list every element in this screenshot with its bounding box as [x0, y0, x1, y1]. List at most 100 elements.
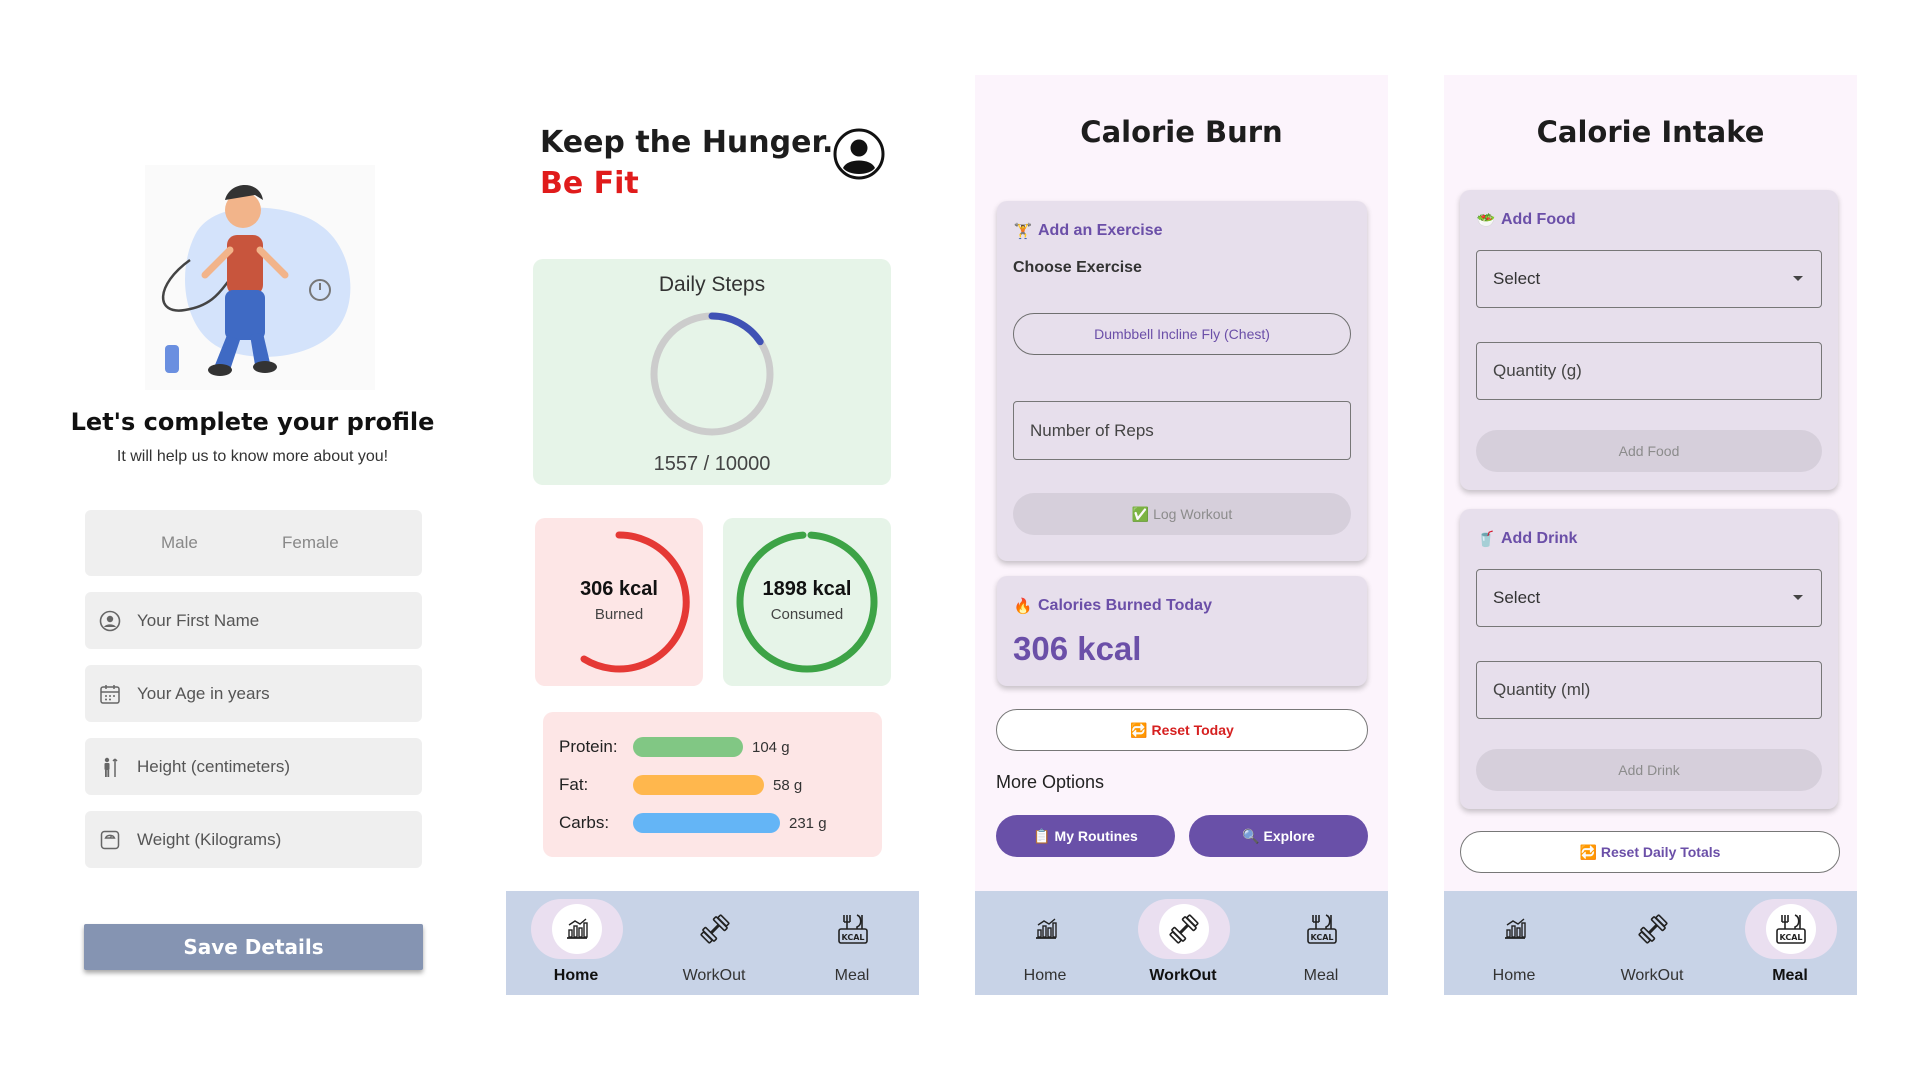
svg-text:KCAL: KCAL [1311, 933, 1334, 942]
svg-text:KCAL: KCAL [842, 933, 865, 942]
calorie-intake-title: Calorie Intake [1536, 115, 1765, 149]
dropdown-caret-icon [1793, 595, 1803, 600]
weight-placeholder: Weight (Kilograms) [137, 829, 282, 849]
nav-workout-label: WorkOut [1620, 967, 1684, 984]
home-screen: Keep the Hunger. Be Fit Daily Steps 1557… [506, 75, 919, 995]
nav-meal-label: Meal [1303, 967, 1339, 984]
dumbbell-icon [1638, 914, 1668, 944]
macro-row-fat: Fat: 58 g [559, 773, 802, 797]
drink-select[interactable]: Select [1476, 569, 1822, 627]
nav-home-label: Home [1492, 967, 1536, 984]
age-field[interactable]: Your Age in years [85, 665, 422, 722]
nav-meal[interactable]: KCAL Meal [1252, 891, 1390, 995]
reset-today-button[interactable]: 🔁 Reset Today [996, 709, 1368, 751]
nav-home[interactable]: Home [507, 891, 645, 995]
burned-label: Burned [594, 606, 644, 623]
kcal-icon: KCAL [1776, 914, 1806, 944]
gender-female-option[interactable]: Female [282, 533, 339, 553]
chart-icon [567, 918, 588, 939]
macro-row-carbs: Carbs: 231 g [559, 811, 827, 835]
bottom-nav: Home WorkOut KCAL Meal [975, 891, 1388, 995]
dumbbell-icon [1169, 914, 1199, 944]
scale-icon [99, 829, 121, 851]
bottom-nav: Home WorkOut KCAL Meal [1444, 891, 1857, 995]
explore-button[interactable]: 🔍 Explore [1189, 815, 1368, 857]
calorie-burn-screen: Calorie Burn 🏋 Add an Exercise Choose Ex… [975, 75, 1388, 995]
daily-steps-card: Daily Steps 1557 / 10000 [533, 259, 891, 485]
add-drink-title: Add Drink [1501, 530, 1578, 547]
home-headline: Keep the Hunger. [540, 125, 834, 160]
add-exercise-card: 🏋 Add an Exercise Choose Exercise Dumbbe… [997, 201, 1367, 561]
add-exercise-header: 🏋 Add an Exercise [1013, 221, 1163, 241]
food-select-value: Select [1493, 269, 1541, 288]
user-circle-icon [99, 610, 121, 632]
food-select[interactable]: Select [1476, 250, 1822, 308]
kcal-icon: KCAL [1307, 914, 1337, 944]
salad-icon: 🥗 [1476, 212, 1496, 229]
nav-home[interactable]: Home [1445, 891, 1583, 995]
nav-workout[interactable]: WorkOut [645, 891, 783, 995]
consumed-label: Consumed [770, 606, 844, 623]
nav-workout[interactable]: WorkOut [1114, 891, 1252, 995]
profile-subtitle: It will help us to know more about you! [116, 448, 389, 465]
food-quantity-input[interactable]: Quantity (g) [1476, 342, 1822, 400]
calories-burned-title: Calories Burned Today [1038, 597, 1212, 614]
add-food-title: Add Food [1501, 211, 1576, 228]
home-subheadline: Be Fit [540, 166, 639, 201]
nav-home[interactable]: Home [976, 891, 1114, 995]
bottom-nav: Home WorkOut KCAL Meal [506, 891, 919, 995]
calendar-icon [99, 683, 121, 705]
gender-selector[interactable]: Male Female [85, 510, 422, 576]
gender-male-option[interactable]: Male [161, 533, 198, 553]
reset-daily-totals-button[interactable]: 🔁 Reset Daily Totals [1460, 831, 1840, 873]
consumed-value: 1898 kcal [762, 578, 852, 600]
add-drink-button[interactable]: Add Drink [1476, 749, 1822, 791]
drink-select-value: Select [1493, 588, 1541, 607]
macro-label: Protein: [559, 737, 618, 756]
macro-value: 58 g [773, 776, 803, 794]
first-name-field[interactable]: Your First Name [85, 592, 422, 649]
height-placeholder: Height (centimeters) [137, 756, 291, 776]
nav-workout-label: WorkOut [682, 967, 746, 984]
svg-text:KCAL: KCAL [1780, 933, 1803, 942]
profile-avatar-icon[interactable] [833, 128, 885, 180]
save-details-button[interactable]: Save Details [84, 924, 423, 970]
add-drink-header: 🥤 Add Drink [1476, 529, 1578, 549]
macro-value: 104 g [752, 738, 790, 756]
dropdown-caret-icon [1793, 276, 1803, 281]
add-food-header: 🥗 Add Food [1476, 210, 1576, 230]
profile-screen: Let's complete your profile It will help… [0, 0, 500, 1080]
log-workout-button[interactable]: ✅ Log Workout [1013, 493, 1351, 535]
consumed-ring [736, 531, 878, 673]
my-routines-button[interactable]: 📋 My Routines [996, 815, 1175, 857]
chart-icon [1036, 918, 1057, 939]
age-placeholder: Your Age in years [137, 683, 270, 703]
weightlifter-icon: 🏋 [1013, 223, 1033, 240]
add-exercise-title: Add an Exercise [1038, 222, 1163, 239]
nav-workout[interactable]: WorkOut [1583, 891, 1721, 995]
nav-meal-label: Meal [1772, 967, 1808, 984]
drink-quantity-input[interactable]: Quantity (ml) [1476, 661, 1822, 719]
protein-bar [633, 737, 743, 757]
add-food-button[interactable]: Add Food [1476, 430, 1822, 472]
fire-icon: 🔥 [1013, 598, 1033, 615]
height-field[interactable]: Height (centimeters) [85, 738, 422, 795]
daily-steps-value: 1557 / 10000 [653, 453, 771, 475]
add-food-card: 🥗 Add Food Select Quantity (g) Add Food [1460, 190, 1838, 490]
fat-bar [633, 775, 764, 795]
more-options-heading: More Options [996, 772, 1105, 792]
calories-burned-value: 306 kcal [1013, 630, 1142, 667]
nav-meal[interactable]: KCAL Meal [1721, 891, 1859, 995]
burned-card: 306 kcal Burned [535, 518, 703, 686]
nav-workout-label: WorkOut [1149, 967, 1217, 984]
reps-input[interactable]: Number of Reps [1013, 401, 1351, 460]
first-name-placeholder: Your First Name [137, 610, 260, 630]
weight-field[interactable]: Weight (Kilograms) [85, 811, 422, 868]
carbs-bar [633, 813, 780, 833]
burned-value: 306 kcal [580, 578, 658, 600]
consumed-card: 1898 kcal Consumed [723, 518, 891, 686]
macros-card: Protein: 104 g Fat: 58 g Carbs: 231 g [543, 712, 882, 857]
nav-meal[interactable]: KCAL Meal [783, 891, 921, 995]
exercise-selector-button[interactable]: Dumbbell Incline Fly (Chest) [1013, 313, 1351, 355]
macro-label: Carbs: [559, 813, 610, 832]
